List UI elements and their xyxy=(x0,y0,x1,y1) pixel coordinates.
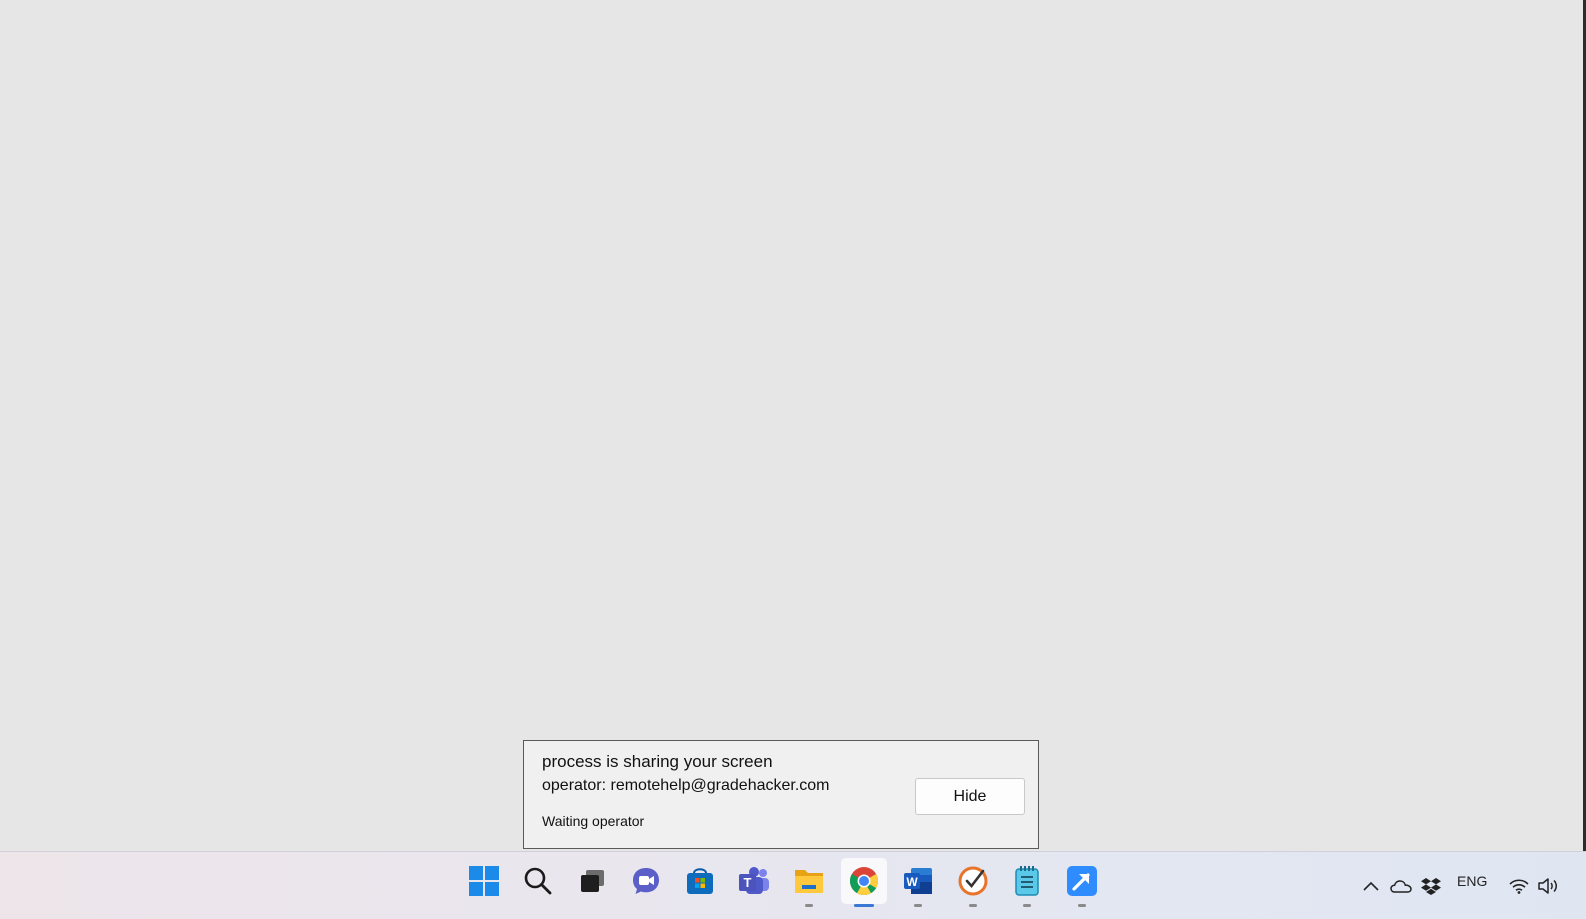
remote-help-icon xyxy=(1067,866,1097,896)
task-view-button[interactable] xyxy=(569,858,615,904)
operator-label: operator: remotehelp@gradehacker.com xyxy=(542,777,830,794)
notepad-icon xyxy=(1015,866,1039,896)
volume-tray-button[interactable] xyxy=(1535,852,1561,919)
running-indicator xyxy=(805,904,813,907)
running-indicator xyxy=(969,904,977,907)
running-indicator xyxy=(1023,904,1031,907)
file-explorer-icon xyxy=(795,870,823,893)
sharing-title: process is sharing your screen xyxy=(542,752,773,771)
svg-text:T: T xyxy=(744,875,752,890)
remote-help-button[interactable] xyxy=(1059,858,1105,907)
todo-icon xyxy=(958,866,988,896)
connection-status: Waiting operator xyxy=(542,813,645,829)
svg-text:W: W xyxy=(906,875,918,889)
network-tray-button[interactable] xyxy=(1506,852,1532,919)
active-indicator xyxy=(854,904,874,907)
start-button[interactable] xyxy=(461,858,507,904)
dropbox-tray-button[interactable] xyxy=(1417,852,1445,919)
file-explorer-button[interactable] xyxy=(786,858,832,907)
running-indicator xyxy=(914,904,922,907)
volume-icon xyxy=(1538,878,1557,894)
desktop xyxy=(0,0,1586,861)
word-icon: W xyxy=(904,868,932,894)
screen-sharing-notification: process is sharing your screen operator:… xyxy=(523,740,1039,849)
notepad-button[interactable] xyxy=(1004,858,1050,907)
word-button[interactable]: W xyxy=(895,858,941,907)
chat-icon xyxy=(633,868,659,894)
start-icon xyxy=(469,866,499,896)
language-indicator[interactable]: ENG xyxy=(1457,873,1487,889)
search-icon xyxy=(524,867,552,895)
taskbar: T W ENG xyxy=(0,851,1586,919)
chrome-button[interactable] xyxy=(841,858,887,907)
microsoft-store-icon xyxy=(687,868,713,894)
dropbox-icon xyxy=(1421,878,1441,895)
teams-icon: T xyxy=(739,867,769,894)
chevron-up-icon xyxy=(1363,881,1379,891)
show-hidden-icons-button[interactable] xyxy=(1358,852,1384,919)
search-button[interactable] xyxy=(515,858,561,904)
onedrive-tray-button[interactable] xyxy=(1387,852,1415,919)
chat-button[interactable] xyxy=(623,858,669,904)
wifi-icon xyxy=(1509,879,1529,894)
onedrive-icon xyxy=(1390,880,1412,893)
hide-button[interactable]: Hide xyxy=(915,778,1025,815)
microsoft-store-button[interactable] xyxy=(677,858,723,904)
chrome-icon xyxy=(850,867,878,895)
teams-button[interactable]: T xyxy=(731,858,777,904)
task-view-icon xyxy=(581,870,604,892)
todo-button[interactable] xyxy=(950,858,996,907)
running-indicator xyxy=(1078,904,1086,907)
